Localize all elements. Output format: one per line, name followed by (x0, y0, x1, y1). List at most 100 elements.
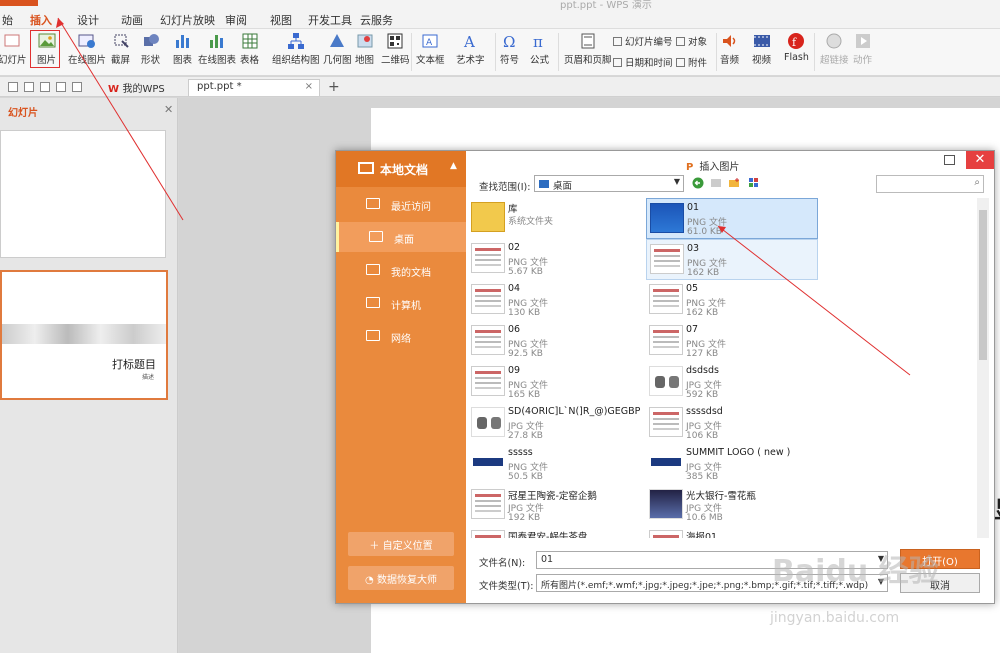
file-item[interactable]: SD(4ORIC]L`N(]R_@)GEGBP JPG 文件 27.8 KB (468, 403, 640, 444)
file-name: SD(4ORIC]L`N(]R_@)GEGBP (508, 406, 641, 417)
shape-button[interactable]: 形状 (141, 32, 160, 66)
save-icon[interactable] (8, 82, 18, 92)
file-list-scrollbar[interactable] (977, 198, 989, 538)
nav-computer[interactable]: 计算机 (336, 288, 466, 318)
local-docs-title: 本地文档 (380, 163, 429, 177)
file-item[interactable]: ssssdsd JPG 文件 106 KB (646, 403, 818, 444)
tab-slideshow[interactable]: 幻灯片放映 (160, 12, 215, 28)
preview-icon[interactable] (40, 82, 50, 92)
scrollbar-thumb[interactable] (979, 210, 987, 360)
tab-start[interactable]: 始 (2, 12, 13, 28)
tab-animation[interactable]: 动画 (121, 12, 143, 28)
file-item[interactable]: 06 PNG 文件 92.5 KB (468, 321, 640, 362)
nav-recent[interactable]: 最近访问 (336, 189, 466, 219)
image-thumbnail (471, 284, 505, 314)
symbol-button[interactable]: Ω 符号 (500, 32, 519, 66)
slide-thumbnail-2[interactable]: 打标题目 描述 (0, 270, 168, 400)
up-folder-icon[interactable] (710, 177, 722, 189)
file-item[interactable]: 07 PNG 文件 127 KB (646, 321, 818, 362)
attachment-button[interactable]: 附件 (676, 55, 707, 69)
close-dialog-button[interactable]: ✕ (966, 151, 994, 169)
file-item[interactable]: 库 系统文件夹 (468, 198, 640, 239)
datetime-button[interactable]: 日期和时间 (613, 55, 673, 69)
maximize-icon[interactable] (944, 155, 955, 165)
tab-cloud[interactable]: 云服务 (360, 12, 393, 28)
textbox-button[interactable]: A 文本框 (416, 32, 445, 66)
slide-panel-title[interactable]: 幻灯片 (8, 104, 38, 119)
image-thumbnail (649, 448, 683, 478)
online-picture-button[interactable]: 在线图片 (68, 32, 106, 66)
attachment-label: 附件 (688, 58, 708, 69)
lookin-select[interactable]: 桌面 ▼ (534, 175, 684, 192)
print-icon[interactable] (24, 82, 34, 92)
tab-design[interactable]: 设计 (77, 12, 99, 28)
omega-icon: Ω (503, 33, 515, 50)
action-button[interactable]: 动作 (853, 32, 872, 66)
nav-my-documents[interactable]: 我的文档 (336, 255, 466, 285)
new-folder-icon[interactable] (728, 177, 740, 189)
file-size: 10.6 MB (686, 513, 723, 523)
audio-button[interactable]: 音频 (720, 32, 739, 66)
new-tab-icon[interactable]: + (328, 79, 340, 95)
local-docs-header[interactable]: 本地文档 ▲ (336, 151, 466, 187)
file-item[interactable]: 04 PNG 文件 130 KB (468, 280, 640, 321)
screenshot-button[interactable]: 截屏 (111, 32, 130, 66)
slide-thumbnail-1[interactable] (0, 130, 166, 258)
slide-number-button[interactable]: 幻灯片编号 (613, 34, 673, 48)
view-menu-icon[interactable] (748, 177, 760, 189)
wordart-icon: A (463, 33, 475, 50)
file-item[interactable]: 海报01 (646, 526, 818, 538)
file-item[interactable]: dsdsds JPG 文件 592 KB (646, 362, 818, 403)
formula-button[interactable]: π 公式 (530, 32, 549, 66)
online-chart-button[interactable]: 在线图表 (198, 32, 236, 66)
image-thumbnail (649, 325, 683, 355)
collapse-caret-icon[interactable]: ▲ (450, 161, 457, 171)
flash-button[interactable]: f Flash (784, 32, 809, 63)
file-item-selected[interactable]: 01 PNG 文件 61.0 KB (646, 198, 818, 239)
tab-view[interactable]: 视图 (270, 12, 292, 28)
tab-developer[interactable]: 开发工具 (308, 12, 352, 28)
image-thumbnail (471, 448, 505, 478)
wordart-label: 艺术字 (456, 55, 485, 66)
file-item[interactable]: 05 PNG 文件 162 KB (646, 280, 818, 321)
file-item[interactable]: 09 PNG 文件 165 KB (468, 362, 640, 403)
object-button[interactable]: 对象 (676, 34, 707, 48)
geometry-button[interactable]: 几何图 (323, 32, 352, 66)
file-item[interactable]: SUMMIT LOGO ( new ) JPG 文件 385 KB (646, 444, 818, 485)
qrcode-label: 二维码 (381, 55, 410, 66)
file-item[interactable]: sssss PNG 文件 50.5 KB (468, 444, 640, 485)
redo-icon[interactable] (72, 82, 82, 92)
tab-document[interactable]: ppt.ppt * × (188, 79, 320, 96)
wordart-button[interactable]: A 艺术字 (456, 32, 485, 66)
chart-button[interactable]: 图表 (173, 32, 192, 66)
close-tab-icon[interactable]: × (305, 81, 313, 92)
org-chart-button[interactable]: 组织结构图 (272, 32, 320, 66)
search-input[interactable]: ⌕ (876, 175, 984, 193)
file-item[interactable]: 冠星王陶瓷-定窑企鹅 JPG 文件 192 KB (468, 485, 640, 526)
file-item[interactable]: 光大银行-雪花瓶 JPG 文件 10.6 MB (646, 485, 818, 526)
header-footer-button[interactable]: 页眉和页脚 (564, 32, 612, 66)
map-button[interactable]: 地图 (355, 32, 374, 66)
file-item[interactable]: 国泰君安-蜗牛茶盘 (468, 526, 640, 538)
monitor-icon (358, 162, 374, 174)
undo-icon[interactable] (56, 82, 66, 92)
nav-desktop[interactable]: 桌面 (336, 222, 466, 252)
table-button[interactable]: 表格 (240, 32, 259, 66)
file-name: 09 (508, 365, 521, 376)
tab-review[interactable]: 审阅 (225, 12, 247, 28)
custom-location-button[interactable]: ＋ 自定义位置 (348, 532, 454, 556)
nav-network[interactable]: 网络 (336, 321, 466, 351)
hyperlink-button[interactable]: 超链接 (820, 32, 849, 66)
close-icon[interactable]: ✕ (164, 103, 173, 116)
new-slide-button[interactable]: 幻灯片 (0, 32, 27, 66)
data-recovery-button[interactable]: ◔ 数据恢复大师 (348, 566, 454, 590)
back-icon[interactable] (692, 177, 704, 189)
map-label: 地图 (355, 55, 375, 66)
file-item[interactable]: 02 PNG 文件 5.67 KB (468, 239, 640, 280)
dialog-main: P 插入图片 ✕ 查找范围(I): 桌面 ▼ ⌕ 库 系统文件夹 01 PNG 文… (466, 151, 994, 603)
qrcode-button[interactable]: 二维码 (381, 32, 410, 66)
file-item[interactable]: 03 PNG 文件 162 KB (646, 239, 818, 280)
tab-mywps[interactable]: W 我的WPS (100, 79, 173, 96)
file-name: ssssdsd (686, 406, 723, 417)
video-button[interactable]: 视频 (752, 32, 771, 66)
